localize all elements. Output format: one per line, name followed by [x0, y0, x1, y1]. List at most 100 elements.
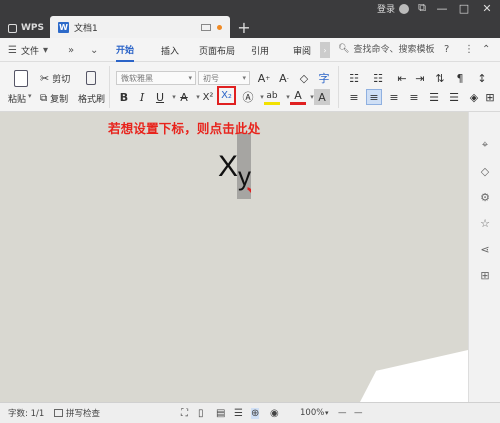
main-character[interactable]: X [218, 150, 238, 183]
tab-references[interactable]: 引用 [251, 38, 269, 62]
tab-scroll-right-icon[interactable]: › [320, 42, 330, 58]
chevron-down-icon: ▾ [242, 74, 246, 82]
tab-home[interactable]: 开始 [116, 38, 135, 62]
font-size-value: 初号 [203, 73, 219, 83]
star-icon[interactable]: ☆ [478, 216, 492, 230]
ribbon-collapse-icon[interactable]: ⌄ [90, 38, 98, 62]
cut-button[interactable]: ✂ 剪切 [40, 72, 70, 85]
web-view-icon[interactable]: ⊕ [251, 407, 260, 419]
word-count[interactable]: 字数: 1/1 [8, 407, 44, 419]
command-search[interactable]: 🔍︎ 查找命令、搜索模板 [338, 42, 434, 56]
subscript-button[interactable]: X₂ [217, 86, 236, 105]
zoom-out-button[interactable]: — [338, 408, 347, 418]
hamburger-menu-icon: ☰ [8, 44, 17, 56]
tab-review[interactable]: 审阅 [293, 38, 311, 62]
close-button[interactable]: ✕ [475, 0, 499, 16]
align-right-icon[interactable]: ≡ [386, 89, 402, 105]
numbered-list-icon[interactable]: ☷ [370, 70, 386, 86]
sort-icon[interactable]: ⇅ [432, 70, 448, 86]
line-spacing-icon[interactable]: ↕ [474, 70, 490, 86]
spell-check[interactable]: 拼写检查 [54, 407, 100, 419]
cursor-icon[interactable]: ⌖ [478, 138, 492, 152]
clear-format-icon[interactable]: ◇ [296, 70, 312, 86]
wps-logo-icon [8, 23, 17, 33]
zoom-level[interactable]: 100% [300, 408, 324, 418]
eye-protection-icon[interactable]: ◉ [270, 408, 279, 419]
decrease-indent-icon[interactable]: ⇤ [394, 70, 410, 86]
unsaved-dot-icon [217, 24, 222, 30]
increase-indent-icon[interactable]: ⇥ [412, 70, 428, 86]
read-mode-icon[interactable]: ▯ [198, 408, 204, 419]
highlight-button[interactable]: ab [264, 89, 280, 105]
spell-check-icon [54, 409, 63, 417]
login-label[interactable]: 登录 [377, 2, 395, 15]
document-tab[interactable]: W 文档1 [50, 16, 230, 38]
search-icon: 🔍︎ [338, 43, 350, 54]
format-painter-label: 格式刷 [78, 95, 106, 105]
bullet-list-icon[interactable]: ☷ [346, 70, 362, 86]
chevron-down-icon: ▾ [42, 44, 49, 56]
login-area[interactable]: 登录 [377, 2, 410, 15]
spell-check-label: 拼写检查 [66, 409, 101, 419]
maximize-button[interactable]: □ [452, 0, 476, 16]
justify-icon[interactable]: ≡ [406, 89, 422, 105]
zoom-in-button[interactable]: — [354, 408, 363, 418]
file-menu[interactable]: ☰ 文件 ▾ [8, 38, 48, 62]
distributed-align-icon[interactable]: ☰ [426, 89, 442, 105]
shrink-font-icon[interactable]: A- [276, 70, 292, 86]
tab-insert[interactable]: 插入 [161, 38, 179, 62]
clipboard-icon [14, 70, 28, 87]
more-commands-icon[interactable]: » [68, 38, 74, 62]
chevron-down-icon: ▾ [188, 74, 192, 82]
document-text[interactable]: Xy [218, 150, 251, 191]
new-tab-button[interactable]: + [233, 17, 255, 37]
more-options-icon[interactable]: ⋮ [464, 44, 474, 55]
copy-button[interactable]: ⧉ 复制 [40, 92, 68, 105]
file-menu-label: 文件 [20, 46, 39, 57]
outline-view-icon[interactable]: ☰ [234, 408, 243, 419]
focus-mode-icon[interactable]: ⛶ [181, 408, 188, 419]
tutorial-annotation: 若想设置下标，则点击此处 [108, 121, 261, 136]
command-search-placeholder[interactable]: 查找命令、搜索模板 [353, 42, 434, 55]
bold-button[interactable]: B [116, 89, 132, 105]
subscript-character[interactable]: y [238, 161, 251, 191]
monitor-icon[interactable] [201, 23, 211, 31]
char-shading-button[interactable]: A [314, 89, 330, 105]
minimize-button[interactable]: — [430, 0, 454, 16]
font-name-value: 微软雅黑 [121, 73, 153, 83]
writer-doc-icon: W [58, 21, 69, 33]
font-size-select[interactable]: 初号 ▾ [198, 71, 250, 85]
format-painter-button[interactable]: 格式刷 [78, 68, 106, 108]
chevron-down-icon[interactable]: ▾ [325, 409, 329, 417]
copy-icon: ⧉ [40, 93, 48, 104]
paste-label: 粘贴 [8, 95, 27, 105]
paragraph-spacing-icon[interactable]: ☰ [446, 89, 462, 105]
subscript-icon: X₂ [221, 90, 232, 101]
italic-button[interactable]: I [134, 89, 150, 105]
wps-app-name: WPS [21, 23, 45, 33]
font-name-select[interactable]: 微软雅黑 ▾ [116, 71, 196, 85]
shading-icon[interactable]: ◈ [466, 89, 482, 105]
collapse-ribbon-icon[interactable]: ⌃ [482, 44, 490, 55]
share-icon[interactable]: ⋖ [478, 242, 492, 256]
help-icon[interactable]: ? [444, 44, 449, 55]
wps-home-tab[interactable]: WPS [0, 18, 50, 38]
align-left-icon[interactable]: ≡ [346, 89, 362, 105]
adjust-icon[interactable]: ⚙ [478, 190, 492, 204]
apps-icon[interactable]: ⊞ [478, 268, 492, 282]
user-avatar-icon[interactable] [399, 3, 410, 14]
page-view-icon[interactable]: ▤ [216, 408, 225, 419]
align-center-icon[interactable]: ≡ [366, 89, 382, 105]
cut-label: 剪切 [52, 75, 71, 85]
copy-label: 复制 [50, 95, 69, 105]
tab-page-layout[interactable]: 页面布局 [199, 38, 235, 62]
right-task-pane: ⌖ ◇ ⚙ ☆ ⋖ ⊞ [468, 112, 500, 402]
show-marks-icon[interactable]: ¶ [452, 70, 468, 86]
chevron-down-icon: ▾ [28, 92, 32, 100]
shapes-icon[interactable]: ◇ [478, 164, 492, 178]
grow-font-icon[interactable]: A + [256, 70, 272, 86]
phonetic-guide-icon[interactable]: 字 [316, 70, 332, 86]
paste-button[interactable]: 粘贴 ▾ [8, 68, 34, 108]
superscript-button[interactable]: X² [200, 89, 216, 105]
border-icon[interactable]: ⊞ [482, 89, 498, 105]
